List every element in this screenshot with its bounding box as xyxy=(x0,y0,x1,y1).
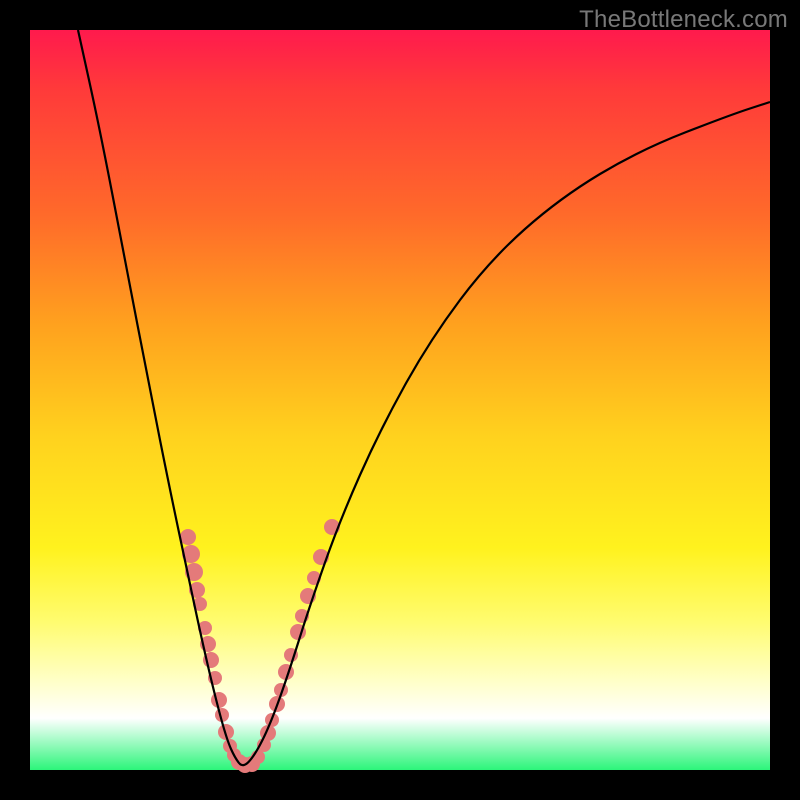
chart-frame: TheBottleneck.com xyxy=(0,0,800,800)
watermark-text: TheBottleneck.com xyxy=(579,6,788,34)
data-point xyxy=(211,692,227,708)
chart-svg xyxy=(30,30,770,770)
data-point xyxy=(180,529,196,545)
bottleneck-curve xyxy=(78,30,770,765)
